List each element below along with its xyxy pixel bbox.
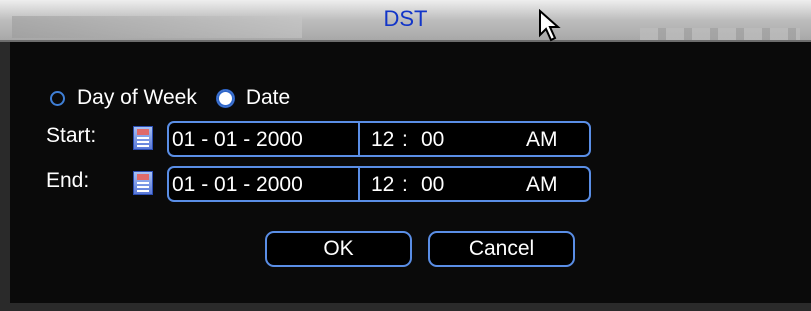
field-separator — [358, 123, 360, 155]
radio-day-of-week[interactable] — [50, 90, 65, 106]
start-date-value[interactable]: 01 - 01 - 2000 — [172, 123, 303, 156]
dialog-left-edge — [0, 42, 10, 311]
radio-label-day-of-week[interactable]: Day of Week — [77, 86, 197, 110]
cancel-button[interactable]: Cancel — [428, 231, 575, 267]
time-colon: : — [402, 128, 408, 151]
end-label: End: — [46, 169, 90, 192]
start-ampm-value[interactable]: AM — [526, 123, 558, 156]
end-minute-value[interactable]: 00 — [421, 168, 444, 201]
field-separator — [358, 168, 360, 200]
end-datetime-field[interactable]: 01 - 01 - 2000 12 : 00 AM — [167, 166, 591, 202]
dialog-bottom-edge — [0, 303, 811, 311]
time-colon: : — [402, 173, 408, 196]
ok-button[interactable]: OK — [265, 231, 412, 267]
mouse-pointer-icon — [539, 9, 561, 42]
start-minute-value[interactable]: 00 — [421, 123, 444, 156]
end-ampm-value[interactable]: AM — [526, 168, 558, 201]
end-date-value[interactable]: 01 - 01 - 2000 — [172, 168, 303, 201]
end-hour-value[interactable]: 12 — [371, 168, 394, 201]
start-label: Start: — [46, 124, 97, 147]
calendar-icon[interactable] — [133, 126, 153, 150]
start-hour-value[interactable]: 12 — [371, 123, 394, 156]
mode-radio-group: Day of Week Date — [50, 84, 310, 112]
radio-label-date[interactable]: Date — [246, 86, 290, 110]
title-bar[interactable]: DST — [0, 0, 811, 42]
start-datetime-field[interactable]: 01 - 01 - 2000 12 : 00 AM — [167, 121, 591, 157]
dst-dialog: DST Day of Week Date Start: 01 - 01 - 20… — [0, 0, 811, 311]
radio-date[interactable] — [216, 89, 234, 107]
dialog-title: DST — [383, 6, 428, 31]
calendar-icon[interactable] — [133, 171, 153, 195]
